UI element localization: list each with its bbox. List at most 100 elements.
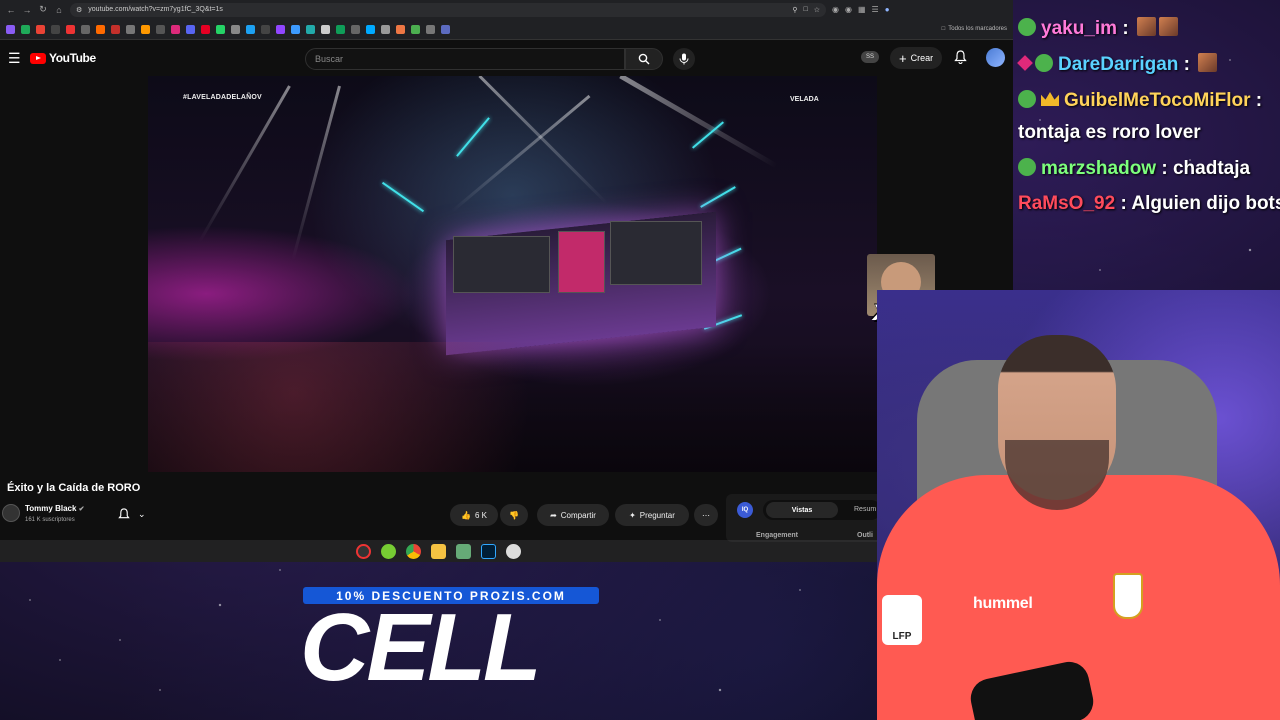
chat-username: RaMsO_92 [1018, 193, 1116, 214]
stage-light-beam [291, 85, 341, 261]
bookmark-icon[interactable] [216, 24, 225, 34]
like-button[interactable]: 👍 6 K [450, 504, 498, 526]
bookmark-icon[interactable] [321, 24, 330, 34]
app-icon[interactable] [506, 543, 521, 559]
share-button[interactable]: ➦ Compartir [537, 504, 609, 526]
bookmark-icon[interactable] [276, 24, 285, 34]
search-input[interactable]: Buscar [305, 48, 625, 70]
back-icon[interactable]: ← [6, 5, 16, 15]
bookmark-icon[interactable] [261, 24, 270, 34]
home-icon[interactable]: ⌂ [54, 5, 64, 15]
account-avatar[interactable] [986, 48, 1005, 67]
chevron-down-icon: ⌄ [138, 508, 146, 519]
bookmark-icon[interactable] [381, 24, 390, 34]
chrome-icon[interactable] [406, 543, 421, 559]
tab-vistas[interactable]: Vistas [766, 502, 838, 518]
subscriber-badge-icon [1018, 17, 1036, 36]
led-strip [700, 186, 736, 208]
extension-badge[interactable]: IQ [737, 502, 753, 518]
bookmark-icon[interactable] [96, 24, 105, 34]
bookmark-icon[interactable] [441, 24, 450, 34]
voice-search-button[interactable] [673, 48, 695, 70]
more-icon: ⋯ [702, 510, 710, 520]
app-icon[interactable] [381, 543, 396, 559]
bookmark-icon[interactable] [426, 24, 435, 34]
install-icon[interactable]: □ [803, 6, 807, 13]
channel-avatar[interactable] [2, 504, 20, 522]
engagement-label: Engagement [756, 532, 799, 539]
chat-username: GuibelMeTocoMiFlor [1064, 90, 1251, 111]
crowd [148, 342, 877, 472]
bookmark-icon[interactable] [21, 24, 30, 34]
bookmark-icon[interactable] [201, 24, 210, 34]
extension-icon[interactable]: ◉ [832, 5, 839, 14]
puzzle-icon[interactable]: ▦ [858, 5, 866, 14]
thumbs-down-icon: 👎 [509, 510, 519, 520]
tab-resumen[interactable]: Resum [854, 506, 876, 513]
youtube-play-icon [30, 52, 46, 64]
stage-screen [453, 236, 550, 293]
bookmark-icon[interactable] [141, 24, 150, 34]
all-bookmarks-folder[interactable]: □ Todos los marcadores [942, 26, 1007, 32]
profile-icon[interactable]: ● [885, 5, 890, 14]
more-actions-button[interactable]: ⋯ [694, 504, 718, 526]
chat-emote-icon [1158, 17, 1178, 37]
share-label: Compartir [560, 510, 596, 520]
zoom-icon[interactable]: ⚲ [792, 6, 797, 14]
search-button[interactable] [625, 48, 663, 70]
youtube-logo[interactable]: YouTube [30, 51, 96, 65]
video-title: Éxito y la Caída de RORO [7, 482, 141, 494]
tab-search-icon[interactable]: ☰ [872, 5, 879, 14]
subscriber-badge-icon [1018, 89, 1036, 108]
folder-icon: □ [941, 26, 946, 32]
forward-icon[interactable]: → [22, 5, 32, 15]
ss-badge[interactable]: SS [861, 51, 879, 63]
bookmark-icon[interactable] [36, 24, 45, 34]
app-icon[interactable] [356, 543, 371, 559]
bookmark-icon[interactable] [81, 24, 90, 34]
subscription-bell-button[interactable]: ⌄ [112, 504, 166, 524]
search-placeholder: Buscar [315, 54, 344, 64]
crown-badge-icon [1041, 91, 1059, 106]
dislike-button[interactable]: 👎 [500, 504, 528, 526]
analytics-extension-panel: IQ Vistas Resum Engagement Outli [726, 494, 881, 542]
bookmark-icon[interactable] [156, 24, 165, 34]
bookmark-icon[interactable] [66, 24, 75, 34]
notifications-button[interactable] [954, 50, 967, 69]
bookmark-icon[interactable] [6, 24, 15, 34]
bookmark-icon[interactable] [336, 24, 345, 34]
share-icon: ➦ [550, 510, 557, 520]
bookmarks-bar: □ Todos los marcadores [0, 19, 1013, 40]
menu-icon[interactable]: ☰ [8, 50, 22, 67]
bookmark-icon[interactable] [351, 24, 360, 34]
app-icon[interactable] [456, 543, 471, 559]
extension-icon[interactable]: ◉ [845, 5, 852, 14]
thumbs-up-icon: 👍 [461, 510, 471, 520]
bookmark-icon[interactable] [246, 24, 255, 34]
create-button[interactable]: + Crear [890, 47, 943, 69]
bookmark-icon[interactable] [306, 24, 315, 34]
site-info-icon[interactable]: ⚙ [76, 6, 82, 14]
ask-button[interactable]: ✦ Preguntar [615, 504, 689, 526]
bookmark-icon[interactable] [111, 24, 120, 34]
bell-icon [118, 507, 130, 518]
bookmark-icon[interactable] [291, 24, 300, 34]
bookmark-icon[interactable] [366, 24, 375, 34]
chat-emote-icon [1198, 53, 1218, 73]
photoshop-icon[interactable] [481, 543, 496, 559]
bookmark-icon[interactable] [396, 24, 405, 34]
bookmark-icon[interactable] [51, 24, 60, 34]
folder-icon[interactable] [431, 543, 446, 559]
bookmark-icon[interactable] [186, 24, 195, 34]
channel-name[interactable]: Tommy Black ✔ [25, 504, 85, 513]
channel-name-text: Tommy Black [25, 504, 77, 513]
url-bar[interactable]: ⚙ youtube.com/watch?v=zm7yg1fC_3Q&t=1s ⚲… [70, 2, 826, 17]
bookmark-star-icon[interactable]: ☆ [814, 6, 820, 14]
video-player[interactable]: #LAVELADADELAÑOV VELADA [148, 76, 877, 472]
reload-icon[interactable]: ↻ [38, 4, 48, 15]
chat-message-text: Alguien dijo bots? [1131, 193, 1280, 214]
bookmark-icon[interactable] [231, 24, 240, 34]
bookmark-icon[interactable] [171, 24, 180, 34]
bookmark-icon[interactable] [411, 24, 420, 34]
bookmark-icon[interactable] [126, 24, 135, 34]
